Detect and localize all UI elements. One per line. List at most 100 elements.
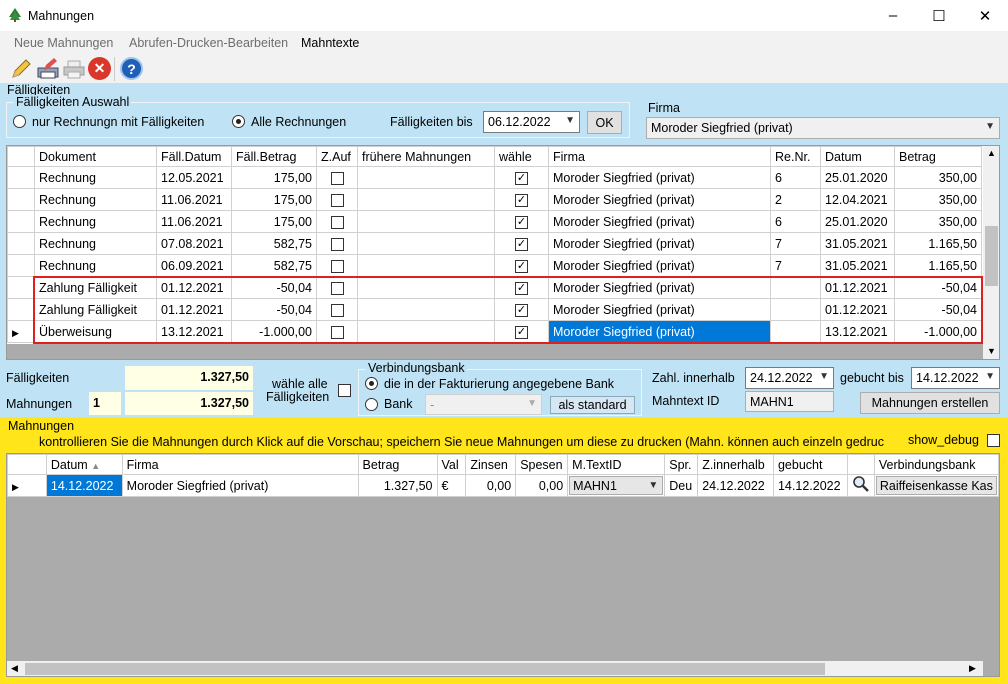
scroll-down-icon[interactable]: ▼ [987, 346, 996, 356]
waehle-checkbox[interactable]: ✓ [515, 303, 528, 317]
cell-waehle[interactable]: ✓ [494, 188, 549, 211]
firma-combobox[interactable]: Moroder Siegfried (privat) ▼ [646, 117, 1000, 139]
table-row[interactable]: Rechnung 11.06.2021 175,00 ✓ Moroder Siegfri… [7, 188, 982, 211]
bank-button[interactable]: Raiffeisenkasse Kas [875, 476, 997, 495]
col-header-verbindungsbank[interactable]: Verbindungsbank [873, 454, 999, 475]
mtext-combobox[interactable]: MAHN1 ▼ [569, 476, 664, 495]
mahntext-id-field[interactable]: MAHN1 [745, 391, 834, 412]
radio-bank-fakturierung[interactable] [365, 377, 378, 390]
cell-zauf[interactable] [316, 254, 358, 277]
table-row[interactable]: Zahlung Fälligkeit 01.12.2021 -50,04 ✓ Morod… [7, 276, 982, 299]
ok-button[interactable]: OK [587, 111, 622, 134]
printer-icon[interactable] [62, 58, 86, 80]
cell-waehle[interactable]: ✓ [494, 232, 549, 255]
show-debug-checkbox[interactable] [987, 434, 1000, 447]
row-header-cell[interactable] [7, 166, 35, 189]
menu-neue-mahnungen[interactable]: Neue Mahnungen [14, 36, 113, 50]
col-header-zauf[interactable]: Z.Auf [316, 146, 358, 167]
table-row[interactable]: Rechnung 11.06.2021 175,00 ✓ Moroder Siegfri… [7, 210, 982, 233]
waehle-checkbox[interactable]: ✓ [515, 215, 528, 229]
col-header-spr[interactable]: Spr. [664, 454, 699, 475]
cell-bank[interactable]: Raiffeisenkasse Kas [873, 474, 999, 497]
col-header-zinnerhalb[interactable]: Z.innerhalb [697, 454, 774, 475]
col-header-mtextid[interactable]: M.TextID [567, 454, 666, 475]
row-header-cell[interactable] [7, 210, 35, 233]
row-header-cell[interactable]: ▶ [7, 320, 35, 343]
cell-preview[interactable] [846, 474, 875, 497]
waehle-checkbox[interactable]: ✓ [515, 171, 528, 185]
cell-zauf[interactable] [316, 298, 358, 321]
cell-zauf[interactable] [316, 276, 358, 299]
col-header-spesen[interactable]: Spesen [515, 454, 569, 475]
zauf-checkbox[interactable] [330, 171, 344, 185]
col-header-gebucht[interactable]: gebucht [772, 454, 848, 475]
zauf-checkbox[interactable] [330, 281, 344, 295]
bank-combobox[interactable]: - ▼ [425, 394, 542, 415]
edit-print-icon[interactable] [36, 58, 60, 80]
cell-zauf[interactable] [316, 188, 358, 211]
col-header-firma[interactable]: Firma [121, 454, 359, 475]
close-button[interactable]: ✕ [962, 0, 1008, 31]
waehle-checkbox[interactable]: ✓ [515, 259, 528, 273]
radio-bank-custom[interactable] [365, 398, 378, 411]
waehle-checkbox[interactable]: ✓ [515, 237, 528, 251]
menu-abrufen[interactable]: Abrufen-Drucken-Bearbeiten [129, 36, 288, 50]
zauf-checkbox[interactable] [330, 303, 344, 317]
radio-alle-rechnungen[interactable] [232, 115, 245, 128]
row-header-cell[interactable]: ▶ [7, 474, 47, 497]
row-header-cell[interactable] [7, 254, 35, 277]
scroll-thumb[interactable] [985, 226, 998, 286]
select-all-checkbox[interactable] [338, 384, 351, 397]
horizontal-scrollbar[interactable]: ◀ ▶ [7, 661, 983, 676]
row-header-cell[interactable] [7, 232, 35, 255]
cell-waehle[interactable]: ✓ [494, 298, 549, 321]
maximize-button[interactable]: ☐ [916, 0, 962, 31]
col-header-val[interactable]: Val [436, 454, 467, 475]
cell-zauf[interactable] [316, 210, 358, 233]
cell-zauf[interactable] [316, 166, 358, 189]
cell-waehle[interactable]: ✓ [494, 276, 549, 299]
col-header-datum[interactable]: Datum ▲ [45, 454, 123, 475]
magnifier-icon[interactable] [852, 475, 870, 493]
table-row[interactable]: Rechnung 07.08.2021 582,75 ✓ Moroder Siegfri… [7, 232, 982, 255]
zauf-checkbox[interactable] [330, 215, 344, 229]
row-header-cell[interactable] [7, 188, 35, 211]
zauf-checkbox[interactable] [330, 193, 344, 207]
cell-mtext[interactable]: MAHN1 ▼ [567, 474, 666, 497]
scroll-right-icon[interactable]: ▶ [969, 663, 976, 674]
cell-waehle[interactable]: ✓ [494, 210, 549, 233]
cell-waehle[interactable]: ✓ [494, 320, 549, 343]
col-header-faell-betrag[interactable]: Fäll.Betrag [231, 146, 317, 167]
zahl-innerhalb-datepicker[interactable]: 24.12.2022 ▼ [745, 367, 834, 389]
table-row[interactable]: Rechnung 12.05.2021 175,00 ✓ Moroder Siegfri… [7, 166, 982, 189]
col-header-datum[interactable]: Datum [820, 146, 895, 167]
gebucht-bis-datepicker[interactable]: 14.12.2022 ▼ [911, 367, 1000, 389]
row-header-cell[interactable] [7, 298, 35, 321]
waehle-checkbox[interactable]: ✓ [515, 193, 528, 207]
col-header-fruehere[interactable]: frühere Mahnungen [357, 146, 495, 167]
col-header-betrag[interactable]: Betrag [357, 454, 438, 475]
zauf-checkbox[interactable] [330, 259, 344, 273]
vertical-scrollbar[interactable]: ▲ ▼ [983, 146, 999, 359]
col-header-faell-datum[interactable]: Fäll.Datum [156, 146, 232, 167]
col-header-betrag[interactable]: Betrag [894, 146, 982, 167]
col-header-waehle[interactable]: wähle [494, 146, 549, 167]
cell-waehle[interactable]: ✓ [494, 166, 549, 189]
scroll-left-icon[interactable]: ◀ [11, 663, 18, 674]
table-row[interactable]: Zahlung Fälligkeit 01.12.2021 -50,04 ✓ Morod… [7, 298, 982, 321]
table-row[interactable]: Rechnung 06.09.2021 582,75 ✓ Moroder Siegfri… [7, 254, 982, 277]
mahnungen-erstellen-button[interactable]: Mahnungen erstellen [860, 392, 1000, 414]
cell-zauf[interactable] [316, 232, 358, 255]
table-row[interactable]: ▶ 14.12.2022 Moroder Siegfried (privat) 1.3… [7, 474, 999, 497]
col-header-zinsen[interactable]: Zinsen [465, 454, 517, 475]
zauf-checkbox[interactable] [330, 325, 344, 339]
col-header-firma[interactable]: Firma [548, 146, 771, 167]
zauf-checkbox[interactable] [330, 237, 344, 251]
pencil-icon[interactable] [10, 58, 32, 80]
help-icon[interactable]: ? [120, 57, 143, 80]
delete-icon[interactable]: ✕ [88, 57, 111, 80]
table-row[interactable]: ▶ Überweisung 13.12.2021 -1.000,00 ✓ Moroder … [7, 320, 982, 343]
minimize-button[interactable]: – [870, 0, 916, 31]
cell-waehle[interactable]: ✓ [494, 254, 549, 277]
waehle-checkbox[interactable]: ✓ [515, 281, 528, 295]
